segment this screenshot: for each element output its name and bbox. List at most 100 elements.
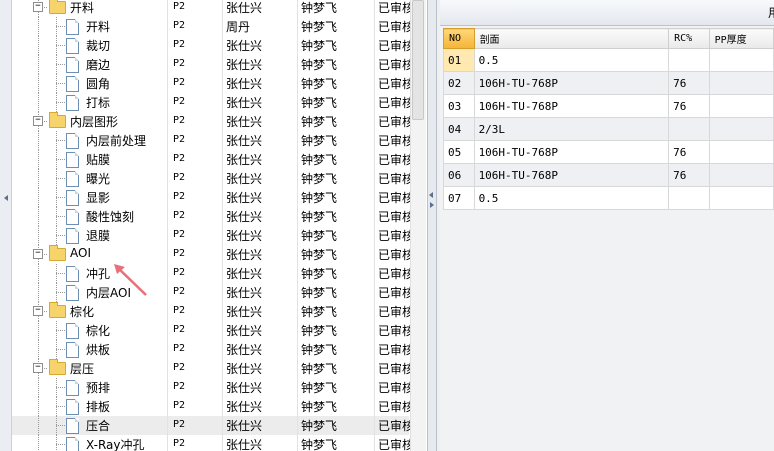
cell-rc[interactable] — [668, 186, 710, 210]
grid-row[interactable]: 03 106H-TU-768P 76 — [443, 94, 774, 118]
tree-row[interactable]: 退膜 P2 张仕兴 钟梦飞 已审核 — [12, 226, 414, 245]
cell-pp-thickness[interactable] — [708, 140, 774, 164]
cell-no[interactable]: 06 — [443, 163, 475, 187]
tree-node-label: 冲孔 — [86, 267, 111, 281]
reviewer-cell: 钟梦飞 — [301, 20, 338, 34]
creator-cell: 周丹 — [226, 20, 251, 34]
version-cell: P2 — [173, 267, 186, 278]
collapse-node-icon[interactable]: − — [33, 306, 43, 316]
cell-pp-thickness[interactable] — [708, 48, 774, 72]
tree-row[interactable]: 曝光 P2 张仕兴 钟梦飞 已审核 — [12, 169, 414, 188]
tree-row[interactable]: 裁切 P2 张仕兴 钟梦飞 已审核 — [12, 36, 414, 55]
col-header-no[interactable]: NO — [443, 28, 475, 49]
version-cell: P2 — [173, 381, 186, 392]
tree-row[interactable]: − 内层图形 P2 张仕兴 钟梦飞 已审核 — [12, 112, 414, 131]
collapse-left-icon[interactable] — [4, 195, 8, 201]
tree-row[interactable]: 酸性蚀刻 P2 张仕兴 钟梦飞 已审核 — [12, 207, 414, 226]
cell-no[interactable]: 02 — [443, 71, 475, 95]
folder-open-icon — [49, 245, 66, 261]
cell-section[interactable]: 106H-TU-768P — [473, 71, 670, 95]
grid-row[interactable]: 07 0.5 — [443, 186, 774, 210]
status-cell: 已审核 — [378, 20, 415, 34]
col-header-rc[interactable]: RC% — [668, 28, 710, 49]
grid-row[interactable]: 04 2/3L — [443, 117, 774, 141]
cell-no[interactable]: 03 — [443, 94, 475, 118]
status-cell: 已审核 — [378, 248, 415, 262]
cell-rc[interactable]: 76 — [668, 94, 710, 118]
collapse-node-icon[interactable]: − — [33, 249, 43, 259]
cell-pp-thickness[interactable] — [708, 117, 774, 141]
tree-row[interactable]: − 棕化 P2 张仕兴 钟梦飞 已审核 — [12, 302, 414, 321]
creator-cell: 张仕兴 — [226, 381, 263, 395]
creator-cell: 张仕兴 — [226, 267, 263, 281]
cell-no[interactable]: 01 — [443, 48, 475, 72]
status-cell: 已审核 — [378, 362, 415, 376]
tree-row[interactable]: 烘板 P2 张仕兴 钟梦飞 已审核 — [12, 340, 414, 359]
cell-rc[interactable]: 76 — [668, 71, 710, 95]
collapse-node-icon[interactable]: − — [33, 363, 43, 373]
tree-row[interactable]: 冲孔 P2 张仕兴 钟梦飞 已审核 — [12, 264, 414, 283]
tree-row[interactable]: 显影 P2 张仕兴 钟梦飞 已审核 — [12, 188, 414, 207]
cell-section[interactable]: 2/3L — [473, 117, 670, 141]
tree-row[interactable]: X-Ray冲孔 P2 张仕兴 钟梦飞 已审核 — [12, 435, 414, 451]
version-cell: P2 — [173, 438, 186, 449]
cell-rc[interactable] — [668, 48, 710, 72]
cell-section[interactable]: 106H-TU-768P — [473, 94, 670, 118]
grid-row[interactable]: 05 106H-TU-768P 76 — [443, 140, 774, 164]
splitter-right-arrow-icon[interactable] — [430, 202, 434, 208]
left-collapse-strip[interactable] — [0, 0, 12, 451]
tree-node-label: 烘板 — [86, 343, 111, 357]
cell-rc[interactable]: 76 — [668, 140, 710, 164]
col-header-pp-thickness[interactable]: PP厚度 — [708, 28, 774, 49]
tree-row[interactable]: 内层AOI P2 张仕兴 钟梦飞 已审核 — [12, 283, 414, 302]
cell-pp-thickness[interactable] — [708, 163, 774, 187]
col-header-section[interactable]: 剖面 — [473, 28, 670, 49]
document-icon — [66, 57, 79, 73]
collapse-node-icon[interactable]: − — [33, 116, 43, 126]
creator-cell: 张仕兴 — [226, 419, 263, 433]
cell-rc[interactable]: 76 — [668, 163, 710, 187]
tree-scrollbar-thumb[interactable] — [412, 0, 424, 120]
grid-row[interactable]: 06 106H-TU-768P 76 — [443, 163, 774, 187]
cell-section[interactable]: 0.5 — [473, 48, 670, 72]
tree-node-label: 圆角 — [86, 77, 111, 91]
version-cell: P2 — [173, 324, 186, 335]
panel-splitter[interactable] — [427, 0, 437, 451]
tree-row[interactable]: − 开料 P2 张仕兴 钟梦飞 已审核 — [12, 0, 414, 17]
cell-pp-thickness[interactable] — [708, 71, 774, 95]
tree-row[interactable]: 压合 P2 张仕兴 钟梦飞 已审核 — [12, 416, 414, 435]
status-cell: 已审核 — [378, 343, 415, 357]
cell-rc[interactable] — [668, 117, 710, 141]
reviewer-cell: 钟梦飞 — [301, 267, 338, 281]
collapse-node-icon[interactable]: − — [33, 2, 43, 12]
tree-row[interactable]: − 层压 P2 张仕兴 钟梦飞 已审核 — [12, 359, 414, 378]
cell-no[interactable]: 04 — [443, 117, 475, 141]
cell-no[interactable]: 07 — [443, 186, 475, 210]
creator-cell: 张仕兴 — [226, 248, 263, 262]
cell-pp-thickness[interactable] — [708, 94, 774, 118]
tree-node-label: 排板 — [86, 400, 111, 414]
cell-section[interactable]: 0.5 — [473, 186, 670, 210]
tree-row[interactable]: 开料 P2 周丹 钟梦飞 已审核 — [12, 17, 414, 36]
tree-row[interactable]: − AOI P2 张仕兴 钟梦飞 已审核 — [12, 245, 414, 264]
creator-cell: 张仕兴 — [226, 172, 263, 186]
tree-row[interactable]: 预排 P2 张仕兴 钟梦飞 已审核 — [12, 378, 414, 397]
cell-pp-thickness[interactable] — [708, 186, 774, 210]
tree-row[interactable]: 内层前处理 P2 张仕兴 钟梦飞 已审核 — [12, 131, 414, 150]
status-cell: 已审核 — [378, 381, 415, 395]
grid-row[interactable]: 02 106H-TU-768P 76 — [443, 71, 774, 95]
tree-row[interactable]: 贴膜 P2 张仕兴 钟梦飞 已审核 — [12, 150, 414, 169]
version-cell: P2 — [173, 419, 186, 430]
tree-node-label: 酸性蚀刻 — [86, 210, 135, 224]
cell-section[interactable]: 106H-TU-768P — [473, 163, 670, 187]
splitter-left-arrow-icon[interactable] — [429, 192, 433, 198]
cell-section[interactable]: 106H-TU-768P — [473, 140, 670, 164]
tree-row[interactable]: 磨边 P2 张仕兴 钟梦飞 已审核 — [12, 55, 414, 74]
tree-row[interactable]: 排板 P2 张仕兴 钟梦飞 已审核 — [12, 397, 414, 416]
cell-no[interactable]: 05 — [443, 140, 475, 164]
status-cell: 已审核 — [378, 77, 415, 91]
tree-row[interactable]: 圆角 P2 张仕兴 钟梦飞 已审核 — [12, 74, 414, 93]
tree-row[interactable]: 打标 P2 张仕兴 钟梦飞 已审核 — [12, 93, 414, 112]
grid-row[interactable]: 01 0.5 — [443, 48, 774, 72]
tree-row[interactable]: 棕化 P2 张仕兴 钟梦飞 已审核 — [12, 321, 414, 340]
